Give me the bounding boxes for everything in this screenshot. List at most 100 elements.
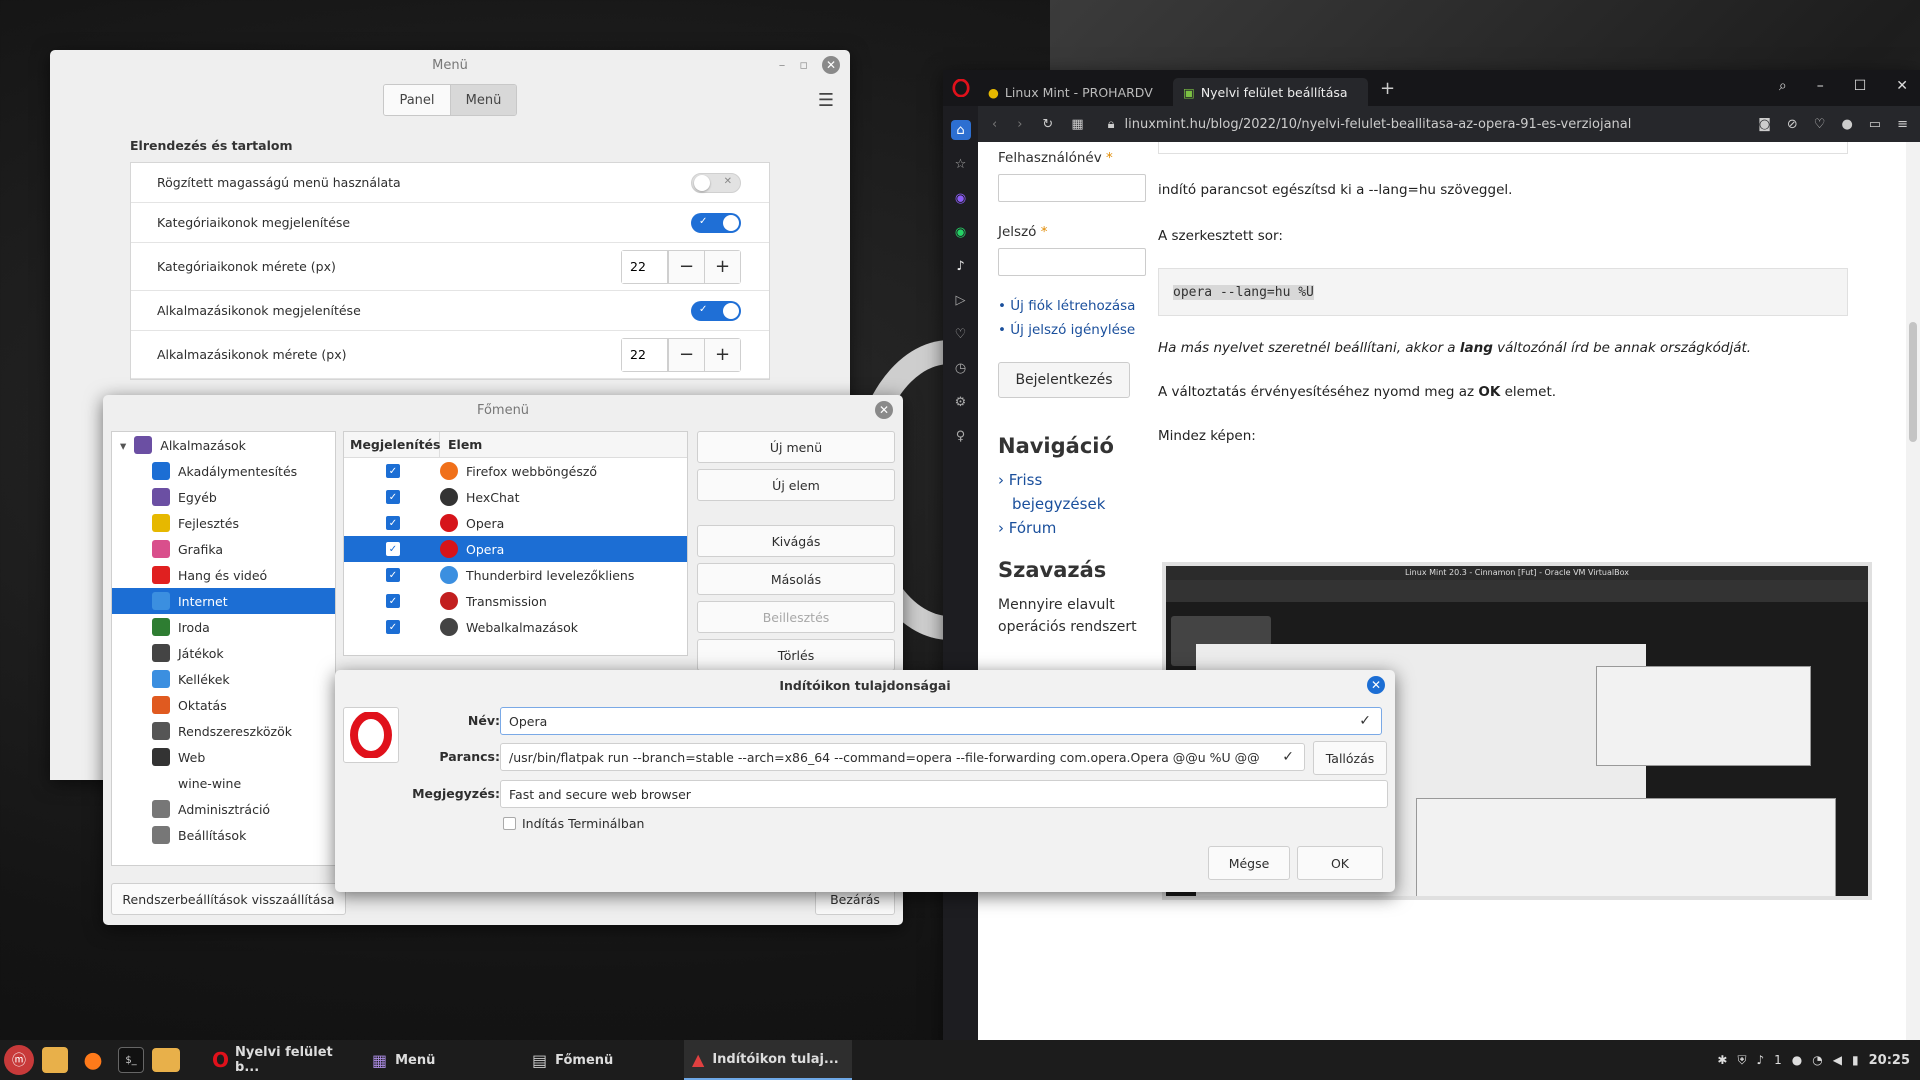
tree-item[interactable]: Iroda (112, 614, 335, 640)
main-menu-titlebar[interactable]: Főmenü ✕ (103, 395, 903, 425)
show-checkbox[interactable]: ✓ (386, 490, 400, 504)
messenger-icon[interactable]: ◉ (951, 188, 971, 208)
shield-icon[interactable]: ⛨ (1737, 1053, 1746, 1068)
browser-tab[interactable]: ● Linux Mint - PROHARDV (978, 78, 1173, 106)
tree-item[interactable]: Grafika (112, 536, 335, 562)
recent-posts-link[interactable]: bejegyzések (998, 492, 1148, 516)
tab-menu[interactable]: Menü (450, 85, 516, 115)
maximize-icon[interactable]: ▫ (799, 58, 808, 73)
login-button[interactable]: Bejelentkezés (998, 362, 1130, 398)
forward-icon[interactable]: › (1017, 117, 1022, 132)
tree-item[interactable]: Játékok (112, 640, 335, 666)
run-in-terminal-checkbox[interactable] (503, 817, 516, 830)
battery-icon[interactable]: ▮ (1852, 1053, 1859, 1067)
app-icon-size-input[interactable] (622, 338, 668, 371)
files-icon[interactable] (152, 1048, 180, 1072)
notifications-icon[interactable]: ♪ (1756, 1053, 1764, 1067)
battery-icon[interactable]: ▭ (1869, 117, 1881, 132)
ok-button[interactable]: OK (1297, 846, 1383, 880)
column-header-item[interactable]: Elem (440, 437, 482, 452)
paste-button[interactable]: Beillesztés (697, 601, 895, 633)
fixed-height-toggle[interactable]: ✕ (691, 172, 741, 193)
opera-logo-icon[interactable] (943, 79, 978, 97)
easy-setup-icon[interactable]: ≡ (1897, 117, 1908, 132)
show-desktop-icon[interactable] (42, 1047, 68, 1073)
reset-defaults-button[interactable]: Rendszerbeállítások visszaállítása (111, 883, 346, 915)
taskbar-item-menu[interactable]: ▦ Menü (364, 1040, 524, 1080)
tabs-grid-icon[interactable]: ▦ (1071, 117, 1083, 132)
terminal-icon[interactable]: $_ (118, 1047, 144, 1073)
copy-button[interactable]: Másolás (697, 563, 895, 595)
firefox-icon[interactable]: ● (76, 1043, 110, 1077)
minus-icon[interactable]: − (668, 338, 704, 371)
hamburger-menu-icon[interactable]: ☰ (818, 90, 834, 111)
minus-icon[interactable]: − (668, 250, 704, 283)
cancel-button[interactable]: Mégse (1208, 846, 1290, 880)
tree-item[interactable]: Adminisztráció (112, 796, 335, 822)
camera-icon[interactable]: ◙ (1758, 117, 1771, 132)
password-input[interactable] (998, 248, 1146, 276)
close-icon[interactable]: ✕ (1896, 78, 1908, 94)
properties-titlebar[interactable]: Indítóikon tulajdonságai ✕ (335, 670, 1395, 700)
taskbar-item-browser[interactable]: O Nyelvi felület b... (204, 1040, 364, 1080)
forum-link[interactable]: Fórum (1009, 519, 1057, 537)
close-icon[interactable]: ✕ (875, 401, 893, 419)
maximize-icon[interactable]: ☐ (1854, 78, 1867, 94)
clock[interactable]: 20:25 (1869, 1053, 1910, 1068)
new-tab-icon[interactable]: + (1380, 78, 1395, 99)
list-item[interactable]: ✓ Webalkalmazások (344, 614, 687, 640)
column-header-show[interactable]: Megjelenítés (344, 432, 440, 457)
show-checkbox[interactable]: ✓ (386, 620, 400, 634)
heart-icon[interactable]: ♡ (1814, 117, 1826, 132)
bulb-icon[interactable]: ♀ (951, 426, 971, 446)
show-checkbox[interactable]: ✓ (386, 464, 400, 478)
expander-icon[interactable]: ▾ (120, 438, 126, 453)
comment-input[interactable]: Fast and secure web browser (500, 780, 1388, 808)
show-checkbox[interactable]: ✓ (386, 516, 400, 530)
browser-tab-active[interactable]: ▣ Nyelvi felület beállítása (1173, 78, 1368, 106)
list-item[interactable]: ✓ HexChat (344, 484, 687, 510)
recent-posts-link[interactable]: Friss (1009, 471, 1043, 489)
list-item[interactable]: ✓ Transmission (344, 588, 687, 614)
network-icon[interactable]: ◔ (1812, 1053, 1822, 1067)
player-icon[interactable]: ▷ (951, 290, 971, 310)
category-icon-size-input[interactable] (622, 250, 668, 283)
new-menu-button[interactable]: Új menü (697, 431, 895, 463)
taskbar-item-main-menu[interactable]: ▤ Főmenü (524, 1040, 684, 1080)
tiktok-icon[interactable]: ♪ (951, 256, 971, 276)
taskbar-item-properties[interactable]: ▲ Indítóikon tulaj... (684, 1040, 852, 1080)
show-checkbox[interactable]: ✓ (386, 594, 400, 608)
tree-item[interactable]: Beállítások (112, 822, 335, 848)
home-icon[interactable]: ⌂ (950, 120, 971, 140)
show-checkbox[interactable]: ✓ (386, 568, 400, 582)
list-item[interactable]: ✓ Thunderbird levelezőkliens (344, 562, 687, 588)
volume-icon[interactable]: ◀ (1833, 1053, 1842, 1067)
tree-item[interactable]: Internet (112, 588, 335, 614)
app-icons-toggle[interactable]: ✓ (691, 300, 741, 321)
profile-icon[interactable]: ● (1841, 117, 1852, 132)
tree-item[interactable]: Akadálymentesítés (112, 458, 335, 484)
close-icon[interactable]: ✕ (1367, 676, 1385, 694)
tree-item[interactable]: Web (112, 744, 335, 770)
adblock-icon[interactable]: ⊘ (1787, 117, 1798, 132)
list-item[interactable]: ✓ Firefox webböngésző (344, 458, 687, 484)
tree-item[interactable]: Rendszereszközök (112, 718, 335, 744)
command-input[interactable]: /usr/bin/flatpak run --branch=stable --a… (500, 743, 1305, 771)
url-field[interactable]: linuxmint.hu/blog/2022/10/nyelvi-felulet… (1125, 117, 1632, 132)
tab-panel[interactable]: Panel (384, 85, 450, 115)
minimize-icon[interactable]: – (779, 58, 786, 73)
cut-button[interactable]: Kivágás (697, 525, 895, 557)
settings-icon[interactable]: ⚙ (951, 392, 971, 412)
delete-button[interactable]: Törlés (697, 639, 895, 671)
username-input[interactable] (998, 174, 1146, 202)
tree-item[interactable]: Kellékek (112, 666, 335, 692)
tree-item[interactable]: Fejlesztés (112, 510, 335, 536)
star-icon[interactable]: ☆ (951, 154, 971, 174)
heart-icon[interactable]: ♡ (951, 324, 971, 344)
plus-icon[interactable]: + (704, 338, 740, 371)
category-icons-toggle[interactable]: ✓ (691, 212, 741, 233)
user-icon[interactable]: ● (1792, 1053, 1802, 1067)
new-item-button[interactable]: Új elem (697, 469, 895, 501)
tree-item[interactable]: wine-wine (112, 770, 335, 796)
tree-item[interactable]: Oktatás (112, 692, 335, 718)
